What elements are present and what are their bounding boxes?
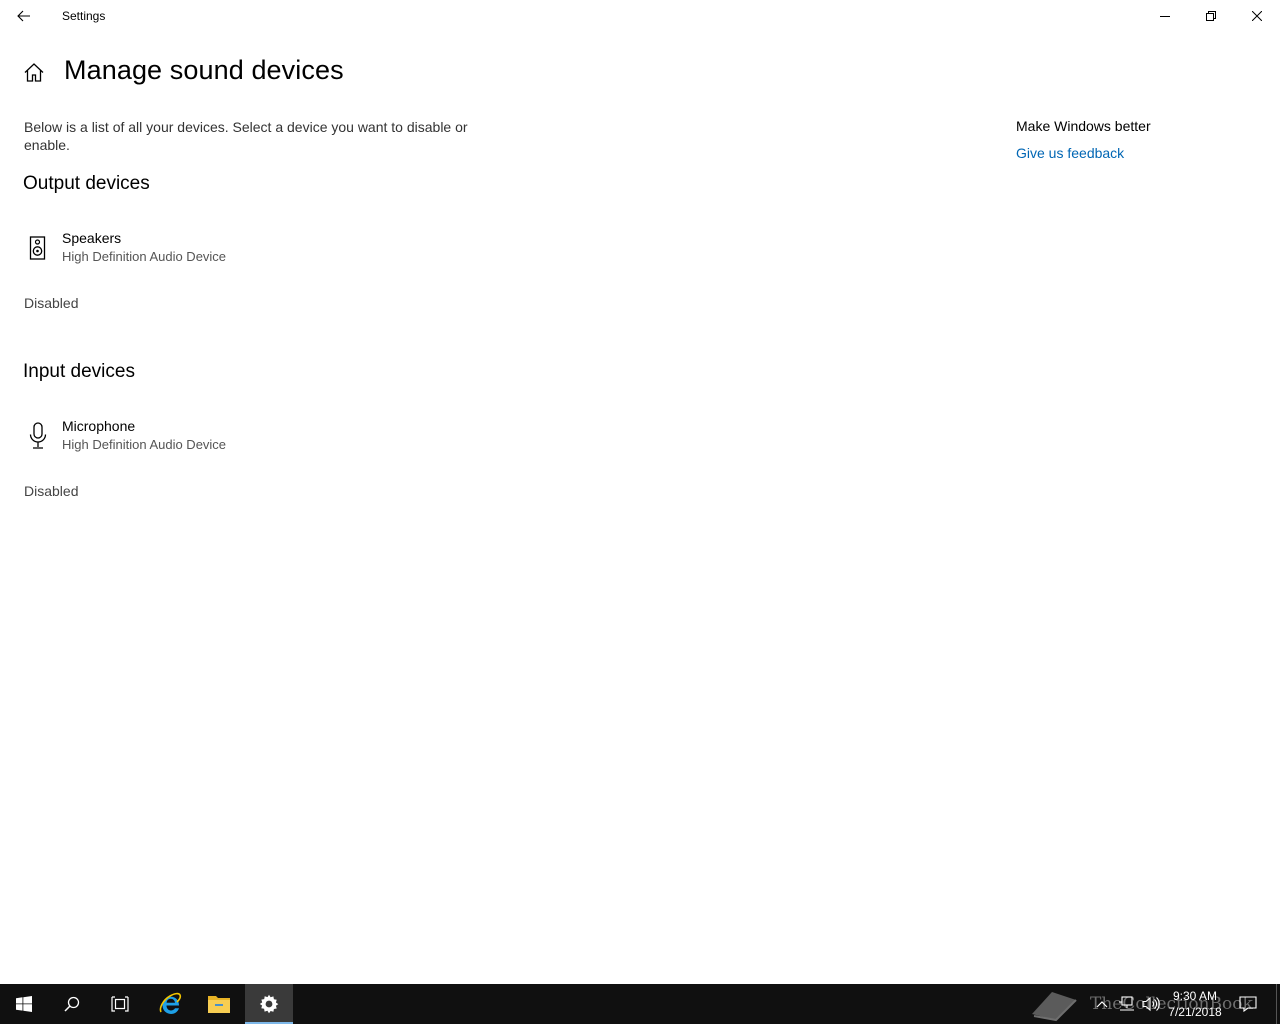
device-status: Disabled (24, 295, 79, 311)
taskbar: TheCollectionBook 9:30 AM 7/21/2018 (0, 984, 1280, 1024)
search-button[interactable] (48, 984, 96, 1024)
show-hidden-icons-button[interactable] (1092, 984, 1112, 1024)
notification-icon (1239, 996, 1257, 1012)
clock-time: 9:30 AM (1172, 989, 1218, 1003)
speaker-icon (29, 236, 46, 260)
close-button[interactable] (1234, 0, 1280, 32)
speaker-icon-wrap (24, 232, 52, 264)
device-subtitle: High Definition Audio Device (62, 249, 227, 264)
page-description: Below is a list of all your devices. Sel… (24, 119, 468, 153)
volume-icon (1142, 996, 1160, 1012)
search-icon (64, 996, 80, 1012)
microphone-icon-wrap (24, 420, 52, 452)
task-view-button[interactable] (96, 984, 144, 1024)
device-microphone[interactable]: Microphone High Definition Audio Device (24, 416, 344, 460)
network-button[interactable] (1116, 984, 1136, 1024)
action-center-button[interactable] (1236, 984, 1260, 1024)
input-devices-heading: Input devices (23, 361, 135, 382)
device-name: Microphone (62, 418, 136, 434)
clock[interactable]: 9:30 AM 7/21/2018 (1164, 988, 1226, 1020)
back-button[interactable] (0, 0, 48, 32)
settings-window: Settings Manage sound devices Below is a… (0, 0, 1280, 984)
windows-logo-icon (16, 996, 32, 1012)
make-windows-better-heading: Make Windows better (1016, 118, 1151, 134)
chevron-up-icon (1096, 1001, 1108, 1008)
home-button[interactable] (22, 60, 46, 84)
start-button[interactable] (0, 984, 48, 1024)
app-title: Settings (62, 9, 106, 23)
device-name: Speakers (62, 230, 122, 246)
home-icon (24, 62, 44, 82)
output-devices-heading: Output devices (23, 173, 150, 194)
restore-button[interactable] (1188, 0, 1234, 32)
internet-explorer-button[interactable] (146, 984, 194, 1024)
minimize-icon (1160, 16, 1170, 17)
microphone-icon (29, 422, 47, 449)
page-title: Manage sound devices (64, 55, 344, 85)
volume-button[interactable] (1140, 984, 1162, 1024)
minimize-button[interactable] (1142, 0, 1188, 32)
network-icon (1119, 996, 1134, 1011)
book-icon (1032, 992, 1077, 1022)
restore-icon (1206, 11, 1216, 21)
internet-explorer-icon (159, 992, 182, 1014)
device-speakers[interactable]: Speakers High Definition Audio Device (24, 228, 344, 272)
close-icon (1252, 11, 1262, 21)
back-arrow-icon (17, 10, 30, 22)
folder-icon (208, 996, 230, 1013)
file-explorer-button[interactable] (195, 984, 243, 1024)
settings-taskbar-button[interactable] (245, 984, 293, 1024)
device-status: Disabled (24, 483, 79, 499)
gear-icon (259, 994, 279, 1014)
clock-date: 7/21/2018 (1168, 1005, 1222, 1019)
device-subtitle: High Definition Audio Device (62, 437, 227, 452)
task-view-icon (111, 996, 129, 1012)
show-desktop-button[interactable] (1276, 984, 1277, 1024)
title-bar: Settings (0, 0, 1280, 32)
give-feedback-link[interactable]: Give us feedback (1016, 145, 1124, 161)
